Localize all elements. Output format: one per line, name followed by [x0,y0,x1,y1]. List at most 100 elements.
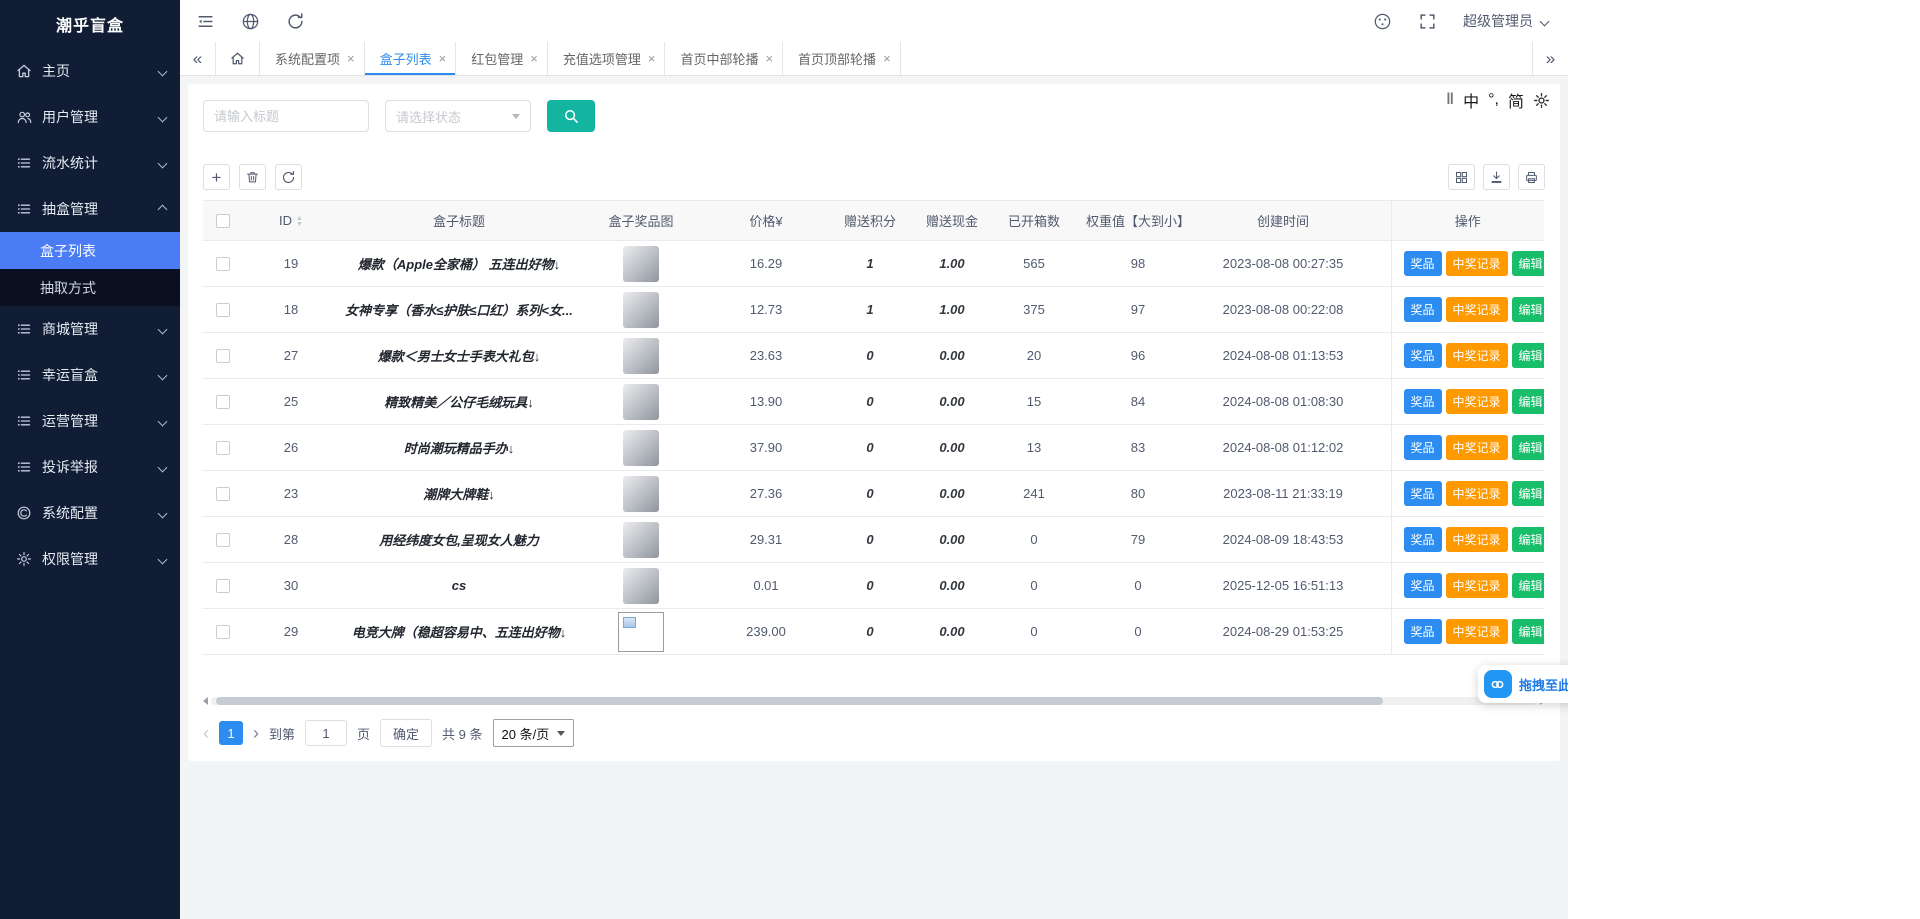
export-button[interactable] [1483,164,1510,190]
tab-box-list[interactable]: 盒子列表 × [365,42,457,75]
prize-button[interactable]: 奖品 [1404,343,1442,368]
prize-button[interactable]: 奖品 [1404,527,1442,552]
title-search-input[interactable] [203,100,369,132]
edit-button[interactable]: 编辑 [1512,573,1544,598]
close-icon[interactable]: × [530,52,538,65]
edit-button[interactable]: 编辑 [1512,481,1544,506]
tab-system-config-items[interactable]: 系统配置项 × [260,42,365,75]
row-checkbox[interactable] [216,395,230,409]
page-size-select[interactable]: 20 条/页 [493,719,575,747]
cell-actions: 奖品中奖记录编辑删除 [1391,517,1544,563]
sidebar-item-system-config[interactable]: 系统配置 [0,490,180,536]
tabs-scroll-left-button[interactable]: « [180,42,216,75]
prize-button[interactable]: 奖品 [1404,297,1442,322]
edit-button[interactable]: 编辑 [1512,389,1544,414]
close-icon[interactable]: × [439,52,447,65]
theme-icon[interactable] [1373,12,1392,31]
sidebar-item-operations[interactable]: 运营管理 [0,398,180,444]
prize-button[interactable]: 奖品 [1404,435,1442,460]
next-page-button[interactable]: › [253,724,259,742]
ime-charset-indicator[interactable]: 简 [1508,88,1524,112]
drag-upload-widget[interactable]: 拖拽至此上 [1478,665,1568,703]
close-icon[interactable]: × [765,52,773,65]
row-checkbox[interactable] [216,441,230,455]
sidebar-item-complaints[interactable]: 投诉举报 [0,444,180,490]
edit-button[interactable]: 编辑 [1512,527,1544,552]
page-number-button[interactable]: 1 [219,721,243,745]
fullscreen-icon[interactable] [1418,12,1437,31]
prize-button[interactable]: 奖品 [1404,573,1442,598]
win-record-button[interactable]: 中奖记录 [1446,297,1508,322]
search-button[interactable] [547,100,595,132]
edit-button[interactable]: 编辑 [1512,435,1544,460]
close-icon[interactable]: × [883,52,891,65]
row-checkbox[interactable] [216,625,230,639]
edit-button[interactable]: 编辑 [1512,619,1544,644]
home-tab-button[interactable] [216,42,260,75]
row-checkbox[interactable] [216,579,230,593]
edit-button[interactable]: 编辑 [1512,343,1544,368]
admin-menu[interactable]: 超级管理员 [1463,11,1548,31]
prize-button[interactable]: 奖品 [1404,389,1442,414]
tab-home-top-carousel[interactable]: 首页顶部轮播 × [783,42,901,75]
chevron-down-icon [557,731,565,736]
refresh-table-button[interactable] [275,164,302,190]
cell-gift-cash: 0.00 [911,563,993,609]
chevron-down-icon [158,66,168,76]
prize-button[interactable]: 奖品 [1404,251,1442,276]
delete-selected-button[interactable] [239,164,266,190]
gear-icon[interactable] [1533,92,1550,109]
row-checkbox[interactable] [216,257,230,271]
win-record-button[interactable]: 中奖记录 [1446,343,1508,368]
collapse-sidebar-icon[interactable] [196,12,215,31]
scrollbar-thumb[interactable] [216,697,1383,705]
sidebar-item-flow-stats[interactable]: 流水统计 [0,140,180,186]
win-record-button[interactable]: 中奖记录 [1446,573,1508,598]
prize-button[interactable]: 奖品 [1404,619,1442,644]
ime-drag-handle[interactable]: ‖ [1446,91,1454,109]
sidebar-item-home[interactable]: 主页 [0,48,180,94]
sidebar-item-permissions[interactable]: 权限管理 [0,536,180,582]
confirm-button[interactable]: 确定 [380,719,432,747]
close-icon[interactable]: × [347,52,355,65]
globe-icon[interactable] [241,12,260,31]
win-record-button[interactable]: 中奖记录 [1446,251,1508,276]
goto-page-input[interactable] [305,720,347,746]
sidebar-item-box-list[interactable]: 盒子列表 [0,232,180,269]
sidebar-item-draw-method[interactable]: 抽取方式 [0,269,180,306]
ime-punct-indicator[interactable]: °, [1488,91,1499,109]
tab-home-middle-carousel[interactable]: 首页中部轮播 × [665,42,783,75]
ime-lang-indicator[interactable]: 中 [1463,88,1479,112]
scrollbar-track[interactable] [211,697,1537,705]
close-icon[interactable]: × [648,52,656,65]
row-checkbox[interactable] [216,487,230,501]
row-checkbox[interactable] [216,533,230,547]
sidebar-item-users[interactable]: 用户管理 [0,94,180,140]
win-record-button[interactable]: 中奖记录 [1446,435,1508,460]
win-record-button[interactable]: 中奖记录 [1446,481,1508,506]
sort-toggle[interactable]: ▲▼ [296,216,303,228]
edit-button[interactable]: 编辑 [1512,297,1544,322]
edit-button[interactable]: 编辑 [1512,251,1544,276]
sidebar-item-box-management[interactable]: 抽盒管理 [0,186,180,232]
print-button[interactable] [1518,164,1545,190]
win-record-button[interactable]: 中奖记录 [1446,527,1508,552]
sidebar-item-lucky-box[interactable]: 幸运盲盒 [0,352,180,398]
column-settings-button[interactable] [1448,164,1475,190]
tabs-scroll-right-button[interactable]: » [1532,42,1568,75]
cell-gift-cash: 0.00 [911,471,993,517]
prev-page-button[interactable]: ‹ [203,724,209,742]
tab-red-packet[interactable]: 红包管理 × [456,42,548,75]
scroll-left-arrow[interactable] [203,697,208,705]
tab-recharge-options[interactable]: 充值选项管理 × [548,42,666,75]
win-record-button[interactable]: 中奖记录 [1446,619,1508,644]
win-record-button[interactable]: 中奖记录 [1446,389,1508,414]
status-select[interactable]: 请选择状态 [385,100,531,132]
select-all-checkbox[interactable] [216,214,230,228]
row-checkbox[interactable] [216,349,230,363]
row-checkbox[interactable] [216,303,230,317]
prize-button[interactable]: 奖品 [1404,481,1442,506]
add-button[interactable]: + [203,164,230,190]
refresh-icon[interactable] [286,12,305,31]
sidebar-item-mall[interactable]: 商城管理 [0,306,180,352]
